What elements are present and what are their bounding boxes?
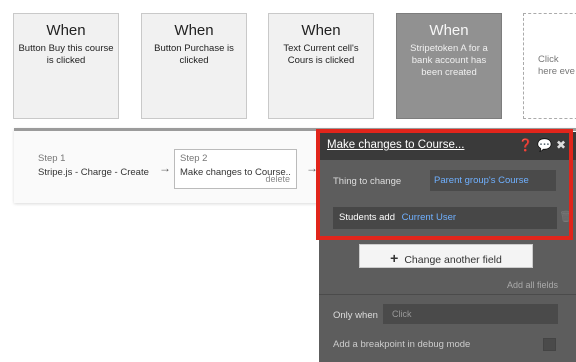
plus-icon: + <box>390 250 399 266</box>
panel-header: Make changes to Course... ❓💬✖ <box>319 132 576 160</box>
field-change-row[interactable]: Students add Current User <box>333 207 557 229</box>
arrow-right-icon: → <box>159 161 171 175</box>
thing-to-change-label: Thing to change <box>333 176 402 187</box>
event-card-stripetoken[interactable]: When Stripetoken A for a bank account ha… <box>396 13 502 119</box>
panel-title[interactable]: Make changes to Course... <box>327 139 464 151</box>
trash-icon[interactable]: 🗑 <box>559 210 573 223</box>
debug-breakpoint-label: Add a breakpoint in debug mode <box>333 339 471 350</box>
divider <box>319 294 576 295</box>
add-event-card[interactable]: Click here eve <box>523 13 576 119</box>
comment-icon[interactable]: 💬 <box>537 138 556 152</box>
arrow-right-icon: → <box>306 161 318 175</box>
add-all-fields-link[interactable]: Add all fields <box>507 280 558 290</box>
step-label: Step 2 <box>180 153 208 164</box>
close-icon[interactable]: ✖ <box>556 138 570 152</box>
event-description: Text Current cell's Cours is clicked <box>283 43 359 66</box>
property-editor-panel: Make changes to Course... ❓💬✖ Thing to c… <box>319 132 576 362</box>
event-card-purchase[interactable]: When Button Purchase is clicked <box>141 13 247 119</box>
thing-to-change-dropdown[interactable]: Parent group's Course <box>430 170 556 191</box>
event-card-cours[interactable]: When Text Current cell's Cours is clicke… <box>268 13 374 119</box>
event-when: When <box>174 22 214 39</box>
change-another-field-button[interactable]: + Change another field <box>359 244 533 268</box>
step-label: Step 1 <box>38 153 66 164</box>
debug-breakpoint-checkbox[interactable] <box>543 338 556 351</box>
event-when: When <box>46 22 86 39</box>
only-when-input[interactable]: Click <box>383 304 558 324</box>
event-description: Button Buy this course is clicked <box>18 43 114 66</box>
change-another-field-label: Change another field <box>404 254 502 266</box>
step-name: Stripe.js - Charge - Create <box>38 167 149 178</box>
panel-header-icons: ❓💬✖ <box>518 138 570 152</box>
event-when: When <box>301 22 341 39</box>
help-icon[interactable]: ❓ <box>518 138 537 152</box>
event-description: Button Purchase is clicked <box>154 43 234 66</box>
delete-step-link[interactable]: delete <box>265 174 290 184</box>
only-when-label: Only when <box>333 310 378 321</box>
step-2[interactable]: Step 2 Make changes to Course... delete <box>174 149 297 189</box>
field-value[interactable]: Current User <box>402 212 456 223</box>
step-1[interactable]: Step 1 Stripe.js - Charge - Create <box>38 153 149 178</box>
event-card-buy[interactable]: When Button Buy this course is clicked <box>13 13 119 119</box>
field-name: Students add <box>339 212 395 223</box>
event-description: Click here eve <box>538 54 575 77</box>
event-when: When <box>429 22 469 39</box>
event-description: Stripetoken A for a bank account has bee… <box>410 43 488 78</box>
